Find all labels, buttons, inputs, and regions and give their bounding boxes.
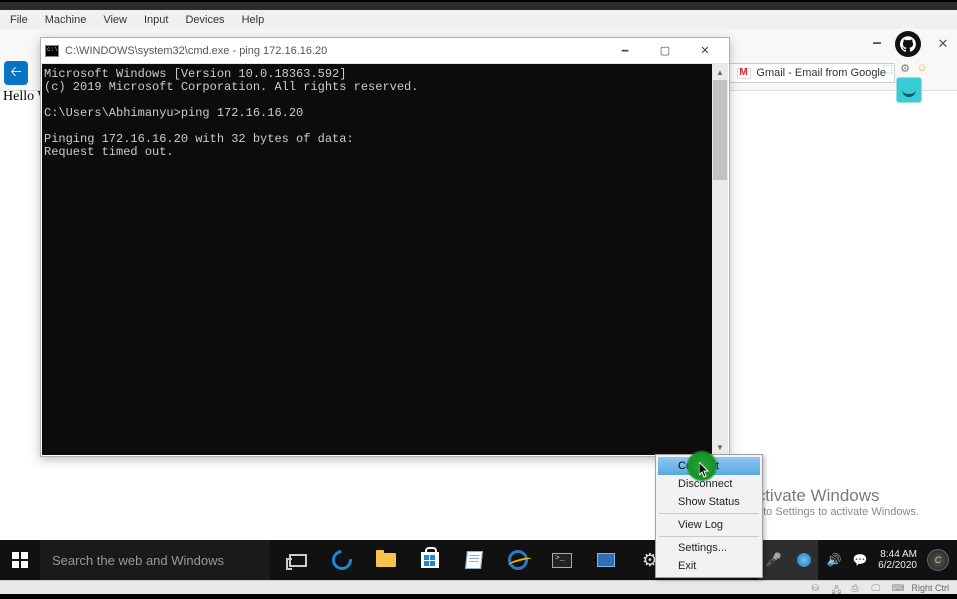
github-avatar-icon[interactable] bbox=[895, 31, 921, 57]
edge-taskbar-button[interactable] bbox=[320, 540, 364, 580]
vm-menu-file[interactable]: File bbox=[3, 12, 35, 28]
vm-status-display-icon[interactable]: 🖵 bbox=[871, 583, 883, 593]
cmd-minimize-button[interactable]: 🗕 bbox=[605, 39, 645, 63]
notepad-icon bbox=[465, 551, 483, 569]
vm-status-net-icon[interactable]: 🖧 bbox=[831, 583, 843, 593]
ctx-disconnect[interactable]: Disconnect bbox=[658, 475, 760, 493]
tray-context-menu: Connect Disconnect Show Status View Log … bbox=[655, 454, 763, 578]
windows-logo-icon bbox=[12, 552, 28, 568]
edge-icon bbox=[328, 546, 356, 574]
tray-volume-icon[interactable]: 🔊 bbox=[826, 552, 842, 568]
vm-status-capture-icon[interactable]: ⌨ bbox=[891, 583, 903, 593]
ctx-view-log[interactable]: View Log bbox=[658, 516, 760, 534]
watermark-subtitle: Go to Settings to activate Windows. bbox=[745, 506, 919, 518]
ie-taskbar-button[interactable] bbox=[496, 540, 540, 580]
activate-windows-watermark: Activate Windows Go to Settings to activ… bbox=[745, 486, 919, 518]
network-ext-icon[interactable]: ⬚ bbox=[881, 61, 895, 75]
ctx-separator bbox=[659, 513, 759, 514]
cmd-scrollbar[interactable]: ▲ ▼ bbox=[712, 64, 728, 455]
vm-menu-machine[interactable]: Machine bbox=[38, 12, 94, 28]
cmd-close-button[interactable]: ✕ bbox=[685, 39, 725, 63]
ctx-show-status[interactable]: Show Status bbox=[658, 493, 760, 511]
scroll-down-icon[interactable]: ▼ bbox=[712, 439, 728, 455]
vm-caption-strip bbox=[0, 2, 957, 10]
clock-date: 6/2/2020 bbox=[878, 560, 917, 571]
cmd-maximize-button[interactable]: ▢ bbox=[645, 39, 685, 63]
browser-minimize-button[interactable] bbox=[867, 34, 887, 54]
gmail-icon bbox=[737, 68, 751, 79]
folder-icon bbox=[376, 553, 396, 567]
ctx-exit[interactable]: Exit bbox=[658, 557, 760, 575]
cmd-output: Microsoft Windows [Version 10.0.18363.59… bbox=[42, 64, 712, 455]
taskview-icon bbox=[289, 554, 307, 567]
cmd-window[interactable]: C:\WINDOWS\system32\cmd.exe - ping 172.1… bbox=[40, 37, 730, 457]
vm-menubar: File Machine View Input Devices Help bbox=[0, 10, 957, 29]
explorer-taskbar-button[interactable] bbox=[364, 540, 408, 580]
smiley-ext-icon[interactable]: ☺ bbox=[915, 61, 929, 75]
tray-orb-icon[interactable] bbox=[797, 553, 811, 567]
cmd-titlebar[interactable]: C:\WINDOWS\system32\cmd.exe - ping 172.1… bbox=[41, 38, 729, 64]
scroll-up-icon[interactable]: ▲ bbox=[712, 64, 728, 80]
vm-statusbar: ⛁ 🖧 ⎙ 🖵 ⌨ Right Ctrl bbox=[0, 580, 957, 594]
gmail-bookmark[interactable]: Gmail - Email from Google bbox=[728, 63, 895, 83]
terminal-icon bbox=[552, 553, 572, 568]
guest-desktop: ⬚ ⚙ ☺ 🡠 Gmail - Email from Google Hello … bbox=[0, 29, 957, 580]
start-button[interactable] bbox=[0, 540, 40, 580]
scroll-thumb[interactable] bbox=[713, 80, 727, 180]
vm-menu-devices[interactable]: Devices bbox=[178, 12, 231, 28]
gear-ext-icon[interactable]: ⚙ bbox=[898, 61, 912, 75]
ctx-settings[interactable]: Settings... bbox=[658, 539, 760, 557]
search-placeholder: Search the web and Windows bbox=[52, 553, 224, 568]
extension-icons: ⬚ ⚙ ☺ bbox=[881, 61, 929, 75]
vm-menu-help[interactable]: Help bbox=[235, 12, 272, 28]
vm-hostkey-label: Right Ctrl bbox=[911, 583, 949, 593]
back-button[interactable]: 🡠 bbox=[4, 61, 28, 85]
store-icon bbox=[421, 552, 439, 568]
cmd-title: C:\WINDOWS\system32\cmd.exe - ping 172.1… bbox=[65, 45, 605, 57]
tray-notify-icon[interactable]: 💬 bbox=[852, 552, 868, 568]
browser-close-button[interactable] bbox=[933, 34, 953, 54]
vm-status-disk-icon[interactable]: ⛁ bbox=[811, 583, 823, 593]
watermark-title: Activate Windows bbox=[745, 486, 919, 506]
taskbar-clock[interactable]: 8:44 AM 6/2/2020 bbox=[878, 549, 917, 571]
vm-status-usb-icon[interactable]: ⎙ bbox=[851, 583, 863, 593]
app-thumbnail[interactable] bbox=[896, 77, 922, 103]
cmd-taskbar-button[interactable] bbox=[540, 540, 584, 580]
ctx-separator bbox=[659, 536, 759, 537]
clock-time: 8:44 AM bbox=[878, 549, 917, 560]
store-taskbar-button[interactable] bbox=[408, 540, 452, 580]
recorder-badge-icon[interactable]: C bbox=[927, 549, 949, 571]
ctx-connect[interactable]: Connect bbox=[658, 457, 760, 475]
vm-menu-input[interactable]: Input bbox=[137, 12, 175, 28]
notepad-taskbar-button[interactable] bbox=[452, 540, 496, 580]
ie-icon bbox=[508, 550, 528, 570]
cmd-body[interactable]: Microsoft Windows [Version 10.0.18363.59… bbox=[42, 64, 728, 455]
cmd-icon bbox=[45, 45, 59, 57]
tray-mic-icon[interactable]: 🎤 bbox=[765, 552, 781, 568]
tray-extra-panel: 🎤 bbox=[758, 540, 818, 580]
gmail-bookmark-label: Gmail - Email from Google bbox=[756, 67, 886, 79]
vm-taskbar-button[interactable] bbox=[584, 540, 628, 580]
outer-frame: File Machine View Input Devices Help ⬚ bbox=[0, 0, 957, 596]
task-view-button[interactable] bbox=[276, 540, 320, 580]
vm-icon bbox=[597, 553, 615, 567]
vm-menu-view[interactable]: View bbox=[96, 12, 134, 28]
taskbar-search[interactable]: Search the web and Windows bbox=[40, 540, 270, 580]
vm-host-window: File Machine View Input Devices Help ⬚ bbox=[0, 2, 957, 594]
